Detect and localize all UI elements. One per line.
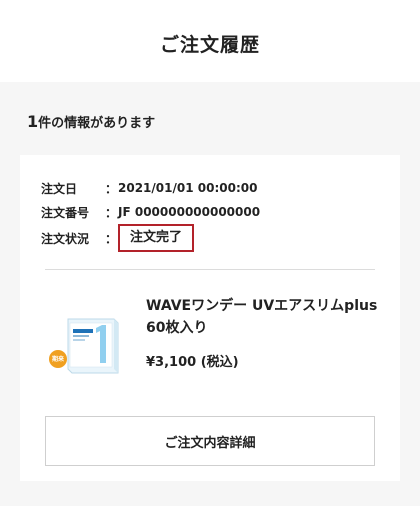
contact-lens-box-icon: 期来	[49, 318, 119, 374]
order-number-row: 注文番号 ： JF 000000000000000	[41, 203, 260, 221]
page-title: ご注文履歴	[159, 34, 260, 56]
order-status-row: 注文状況 ： 注文完了	[41, 223, 195, 253]
order-number-label: 注文番号	[41, 205, 90, 220]
result-count-number: 1	[27, 112, 39, 131]
order-date-row: 注文日 ： 2021/01/01 00:00:00	[41, 179, 257, 197]
order-date-colon: ：	[105, 181, 118, 196]
product-name[interactable]: WAVEワンデー UVエアスリムplus 60枚入り	[146, 295, 381, 339]
page-header: ご注文履歴	[0, 0, 420, 82]
order-status-colon: ：	[105, 231, 118, 246]
order-status-label: 注文状況	[41, 231, 90, 246]
product-image[interactable]: 期来	[46, 315, 122, 377]
divider	[45, 269, 375, 270]
result-count-text: 件の情報があります	[38, 116, 156, 131]
result-count: 1件の情報があります	[27, 112, 155, 131]
svg-text:期来: 期来	[51, 355, 65, 363]
product-price: ¥3,100 (税込)	[146, 355, 239, 370]
order-status-badge: 注文完了	[118, 224, 195, 252]
order-number-value: JF 000000000000000	[118, 205, 261, 219]
order-card: 注文日 ： 2021/01/01 00:00:00 注文番号 ： JF 0000…	[20, 155, 400, 481]
order-number-colon: ：	[105, 205, 118, 220]
order-date-value: 2021/01/01 00:00:00	[118, 181, 258, 195]
order-date-label: 注文日	[41, 181, 78, 196]
order-detail-button[interactable]: ご注文内容詳細	[45, 416, 375, 466]
